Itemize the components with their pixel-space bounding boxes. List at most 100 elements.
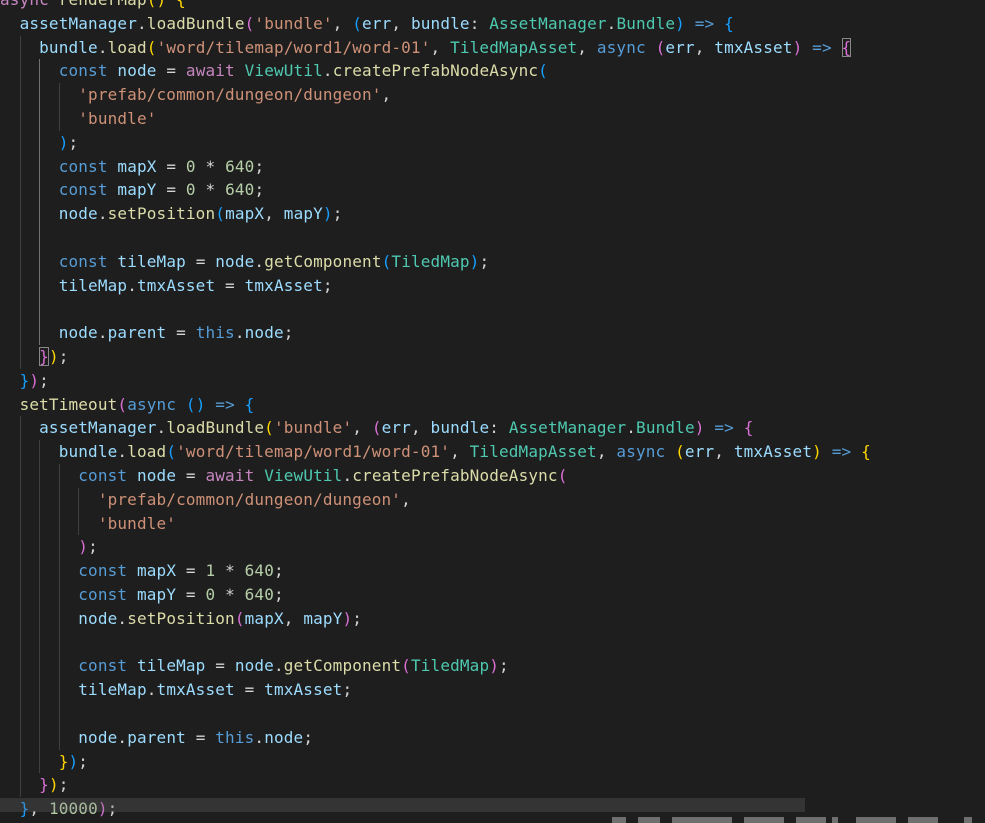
bracket-token: (: [538, 61, 548, 81]
code-line[interactable]: const mapX = 1 * 640;: [0, 559, 284, 583]
code-line[interactable]: 'bundle': [0, 512, 176, 536]
punctuation-token: [127, 466, 137, 485]
punctuation-token: :: [489, 418, 509, 438]
code-line[interactable]: async renderMap() {: [0, 0, 186, 12]
punctuation-token: [685, 14, 695, 33]
identifier-token: node: [234, 656, 274, 676]
code-line[interactable]: bundle.load('word/tilemap/word1/word-01'…: [0, 36, 852, 60]
punctuation-token: ;: [274, 561, 284, 581]
identifier-token: tmxAsset: [264, 680, 343, 700]
bracket-token: ): [342, 608, 353, 628]
code-line[interactable]: bundle.load('word/tilemap/word1/word-01'…: [0, 440, 871, 464]
punctuation-token: [0, 371, 20, 390]
keyword-token: const: [78, 656, 128, 676]
punctuation-token: ,: [714, 442, 734, 462]
code-line[interactable]: 'prefab/common/dungeon/dungeon',: [0, 488, 411, 512]
identifier-token: mapX: [136, 561, 177, 581]
identifier-token: node: [136, 466, 177, 485]
identifier-token: node: [264, 727, 304, 747]
code-line[interactable]: assetManager.loadBundle('bundle', (err, …: [0, 12, 734, 36]
bracket-token: ): [48, 347, 59, 366]
code-line[interactable]: node.setPosition(mapX, mapY);: [0, 202, 343, 226]
number-token: 640: [225, 180, 255, 200]
punctuation-token: .: [273, 656, 284, 676]
identifier-token: mapX: [117, 156, 157, 176]
bracket-token: ): [78, 537, 89, 557]
punctuation-token: [127, 561, 137, 580]
punctuation-token: [734, 418, 744, 437]
code-line[interactable]: );: [0, 131, 78, 155]
bracket-token: ): [29, 370, 40, 390]
bracket-token: ): [489, 656, 500, 676]
code-line[interactable]: setTimeout(async () => {: [0, 393, 255, 417]
punctuation-token: ;: [254, 156, 265, 176]
type-token: TiledMapAsset: [450, 37, 578, 57]
code-line[interactable]: });: [0, 773, 69, 797]
code-line[interactable]: tileMap.tmxAsset = tmxAsset;: [0, 274, 333, 298]
bracket-token: ): [469, 251, 480, 271]
bracket-token: (: [401, 656, 411, 676]
identifier-token: bundle: [410, 13, 470, 33]
keyword-token: const: [58, 156, 108, 176]
punctuation-token: [127, 585, 137, 604]
status-item: [908, 817, 938, 823]
code-editor[interactable]: async renderMap() { assetManager.loadBun…: [0, 0, 985, 823]
punctuation-token: [0, 585, 78, 604]
function-token: loadBundle: [146, 13, 245, 33]
code-line[interactable]: tileMap.tmxAsset = tmxAsset;: [0, 678, 352, 702]
punctuation-token: ,: [391, 13, 411, 33]
bracket-token: {: [244, 394, 255, 414]
code-line[interactable]: node.setPosition(mapX, mapY);: [0, 607, 362, 631]
identifier-token: tmxAsset: [136, 275, 216, 295]
code-line[interactable]: });: [0, 345, 69, 369]
code-line[interactable]: const mapY = 0 * 640;: [0, 178, 264, 202]
code-line[interactable]: });: [0, 369, 49, 393]
identifier-token: tmxAsset: [733, 442, 813, 462]
number-token: 640: [225, 156, 255, 176]
code-line[interactable]: assetManager.loadBundle('bundle', (err, …: [0, 416, 754, 440]
code-line[interactable]: );: [0, 535, 98, 559]
punctuation-token: [176, 395, 186, 414]
code-line[interactable]: node.parent = this.node;: [0, 321, 294, 345]
keyword-token: const: [58, 180, 108, 200]
identifier-token: assetManager: [39, 418, 157, 438]
horizontal-scrollbar[interactable]: [0, 798, 805, 812]
punctuation-token: .: [127, 275, 137, 295]
punctuation-token: .: [117, 608, 128, 628]
punctuation-token: [254, 466, 264, 485]
status-item-icon: [832, 817, 838, 823]
bracket-token: }: [39, 775, 49, 795]
punctuation-token: =: [166, 323, 196, 343]
matched-bracket-token: {: [841, 37, 852, 57]
punctuation-token: [0, 347, 39, 366]
function-token: loadBundle: [166, 418, 265, 438]
code-line[interactable]: const node = await ViewUtil.createPrefab…: [0, 59, 548, 83]
identifier-token: mapX: [244, 608, 284, 628]
status-item: [672, 817, 732, 823]
code-line[interactable]: 'prefab/common/dungeon/dungeon',: [0, 83, 391, 107]
type-token: ViewUtil: [264, 466, 343, 485]
code-line[interactable]: const tileMap = node.getComponent(TiledM…: [0, 654, 509, 678]
punctuation-token: [0, 752, 59, 771]
status-item: [744, 817, 784, 823]
type-token: TiledMapAsset: [469, 442, 597, 462]
type-token: ViewUtil: [244, 61, 323, 81]
punctuation-token: [0, 775, 39, 794]
identifier-token: tmxAsset: [714, 37, 793, 57]
code-line[interactable]: node.parent = this.node;: [0, 726, 313, 750]
punctuation-token: [108, 157, 118, 176]
punctuation-token: ,: [352, 418, 372, 438]
code-line[interactable]: 'bundle': [0, 107, 157, 131]
punctuation-token: [0, 656, 78, 675]
code-line[interactable]: const tileMap = node.getComponent(TiledM…: [0, 250, 489, 274]
identifier-token: bundle: [430, 418, 490, 438]
code-line[interactable]: const mapX = 0 * 640;: [0, 155, 264, 179]
punctuation-token: ;: [78, 751, 89, 771]
identifier-token: node: [78, 727, 118, 747]
punctuation-token: [0, 561, 78, 580]
code-line[interactable]: const node = await ViewUtil.createPrefab…: [0, 464, 568, 488]
punctuation-token: ;: [283, 323, 294, 343]
code-line[interactable]: const mapY = 0 * 640;: [0, 583, 284, 607]
code-line[interactable]: });: [0, 750, 88, 774]
punctuation-token: [0, 395, 20, 414]
